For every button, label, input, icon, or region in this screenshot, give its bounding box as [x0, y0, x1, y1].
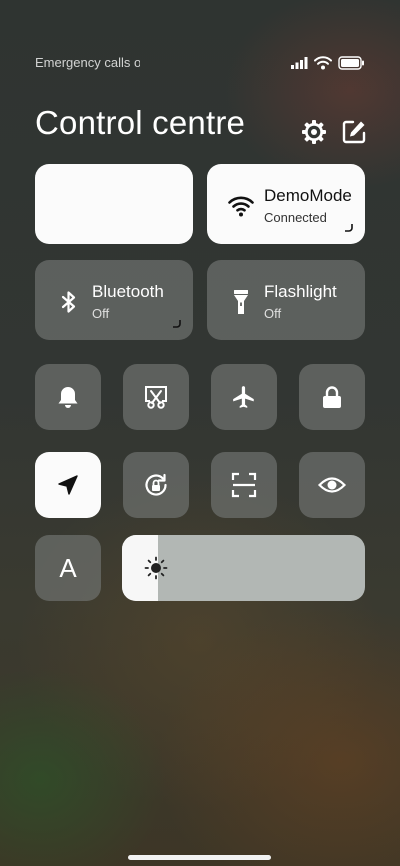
settings-gear-icon[interactable] [301, 119, 327, 145]
eye-icon [318, 477, 346, 493]
airplane-icon [233, 386, 254, 408]
flashlight-tile-label: Flashlight [264, 282, 337, 301]
bluetooth-tile[interactable]: Bluetooth Off [35, 260, 193, 340]
lock-icon [323, 386, 341, 408]
expand-corner-icon [173, 320, 181, 328]
wifi-status-icon [314, 56, 332, 70]
lock-screen-toggle[interactable] [299, 364, 365, 430]
bluetooth-tile-label: Bluetooth [92, 282, 164, 301]
battery-icon [338, 56, 364, 70]
page-title: Control centre [35, 104, 246, 141]
flashlight-tile-status: Off [264, 306, 282, 321]
wifi-tile[interactable]: DemoMode Connected [207, 164, 365, 244]
bell-icon [58, 387, 78, 408]
screenshot-toggle[interactable] [123, 364, 189, 430]
flashlight-icon [227, 288, 255, 316]
wifi-icon [227, 192, 255, 220]
scissors-screenshot-icon [145, 386, 167, 409]
expand-corner-icon [345, 224, 353, 232]
flashlight-tile[interactable]: Flashlight Off [207, 260, 365, 340]
sun-icon [144, 556, 168, 580]
mobile-data-tile[interactable] [35, 164, 193, 244]
bell-toggle[interactable] [35, 364, 101, 430]
edit-icon[interactable] [341, 119, 367, 145]
bluetooth-tile-status: Off [92, 306, 110, 321]
letter-a-icon: A [59, 552, 77, 583]
home-indicator[interactable] [128, 855, 271, 860]
status-text: Emergency calls only [35, 55, 140, 70]
location-arrow-icon [58, 475, 78, 495]
rotation-lock-icon [145, 473, 167, 496]
status-icons [291, 54, 365, 72]
scanner-toggle[interactable] [211, 452, 277, 518]
auto-brightness-toggle[interactable]: A [35, 535, 101, 601]
signal-icon [291, 57, 308, 69]
wifi-tile-label: DemoMode [264, 186, 352, 205]
wifi-tile-status: Connected [264, 210, 327, 225]
location-toggle[interactable] [35, 452, 101, 518]
status-bar: Emergency calls only [35, 54, 365, 72]
airplane-mode-toggle[interactable] [211, 364, 277, 430]
scan-frame-icon [231, 472, 257, 498]
rotation-lock-toggle[interactable] [123, 452, 189, 518]
bluetooth-icon [55, 288, 83, 316]
reading-mode-toggle[interactable] [299, 452, 365, 518]
brightness-slider[interactable] [122, 535, 365, 601]
